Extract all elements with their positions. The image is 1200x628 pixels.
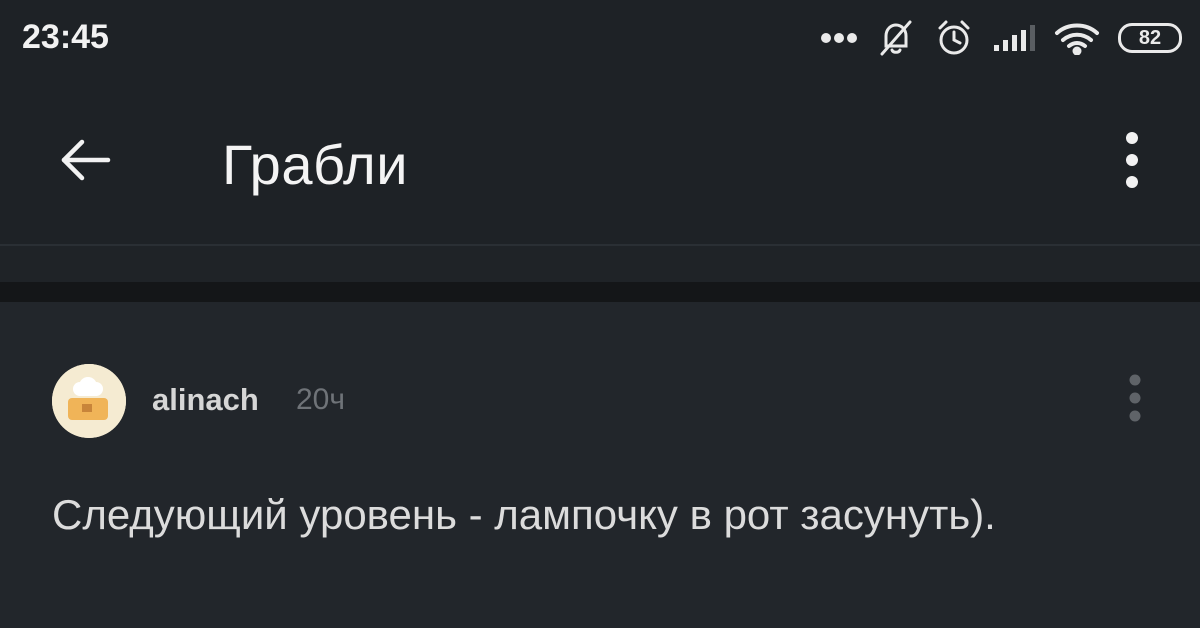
vertical-dots-icon[interactable] xyxy=(1118,132,1146,193)
battery-icon: 82 xyxy=(1118,23,1182,53)
toolbar-strip xyxy=(0,244,1200,284)
comment-time: 20ч xyxy=(296,383,345,416)
section-divider xyxy=(0,282,1200,302)
comment-author[interactable]: alinach xyxy=(152,382,259,418)
status-icons: 82 xyxy=(820,16,1182,60)
bell-muted-icon xyxy=(876,18,916,58)
status-bar: 23:45 82 xyxy=(0,0,1200,80)
alarm-icon xyxy=(934,18,974,58)
app-bar: Грабли xyxy=(0,80,1200,244)
arrow-left-icon[interactable] xyxy=(58,132,114,193)
page-title: Грабли xyxy=(222,133,408,196)
wifi-icon xyxy=(1054,21,1100,55)
avatar[interactable] xyxy=(52,364,126,438)
vertical-dots-icon[interactable] xyxy=(1122,374,1148,427)
comment-text: Следующий уровень - лампочку в рот засун… xyxy=(52,491,996,538)
signal-icon xyxy=(992,23,1036,53)
status-time: 23:45 xyxy=(22,18,109,56)
more-dots-icon xyxy=(820,32,858,44)
battery-level: 82 xyxy=(1138,27,1162,49)
comment-card: alinach 20ч Следующий уровень - лампочку… xyxy=(0,302,1200,628)
